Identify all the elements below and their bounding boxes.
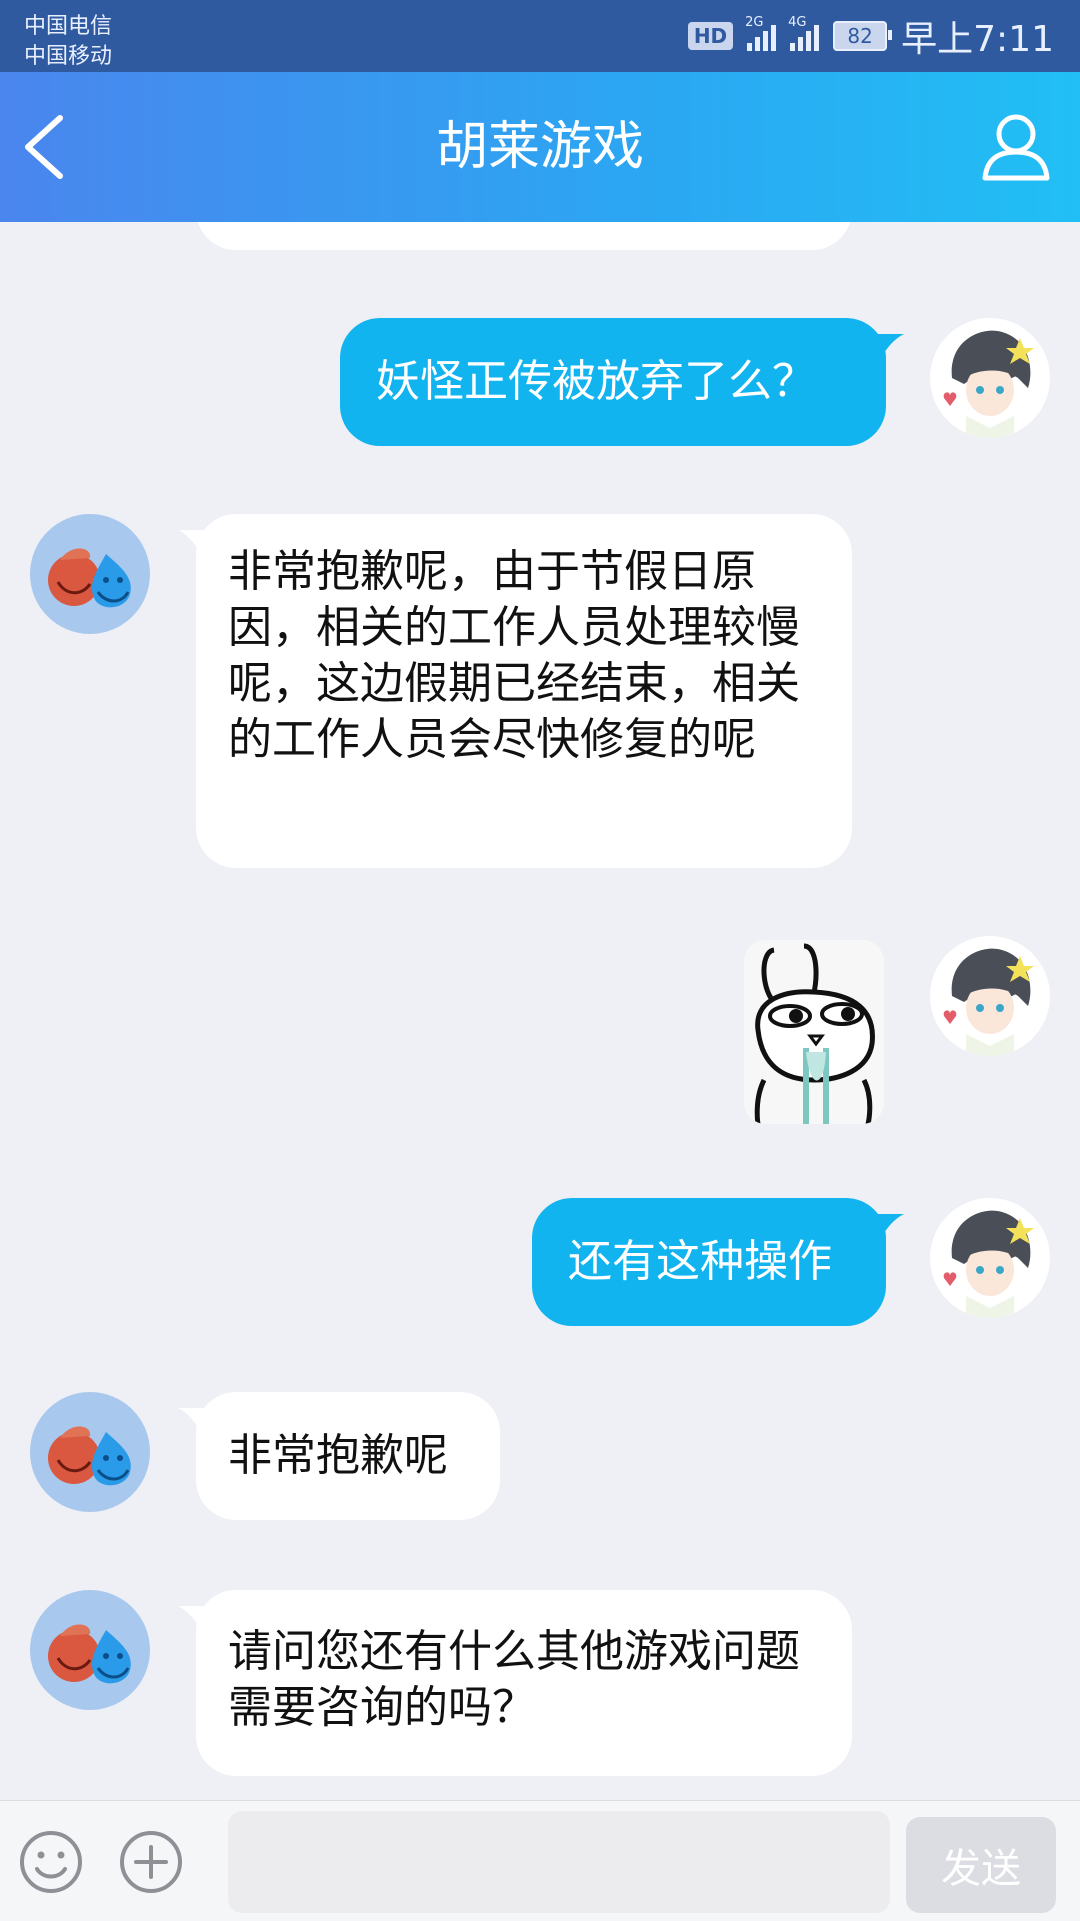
- status-bar: 中国电信 中国移动 HD 2G 4G 82 早上7:11: [0, 0, 1080, 72]
- message-text: 还有这种操作: [568, 1236, 832, 1287]
- contact-avatar[interactable]: [30, 1392, 150, 1512]
- incoming-message-bubble[interactable]: 非常抱歉呢，由于节假日原因，相关的工作人员处理较慢呢，这边假期已经结束，相关的工…: [196, 514, 852, 868]
- user-avatar-image: [930, 936, 1050, 1056]
- user-avatar[interactable]: [930, 936, 1050, 1056]
- battery-level: 82: [847, 24, 873, 48]
- chat-title: 胡莱游戏: [435, 117, 644, 177]
- bubble-tail: [874, 334, 904, 362]
- carrier-label-1: 中国电信: [24, 14, 113, 39]
- message-text: 非常抱歉呢，由于节假日原因，相关的工作人员处理较慢呢，这边假期已经结束，相关的工…: [228, 546, 800, 765]
- signal-icon: 4G: [788, 15, 820, 51]
- person-icon: [982, 114, 1050, 181]
- contact-avatar[interactable]: [30, 514, 150, 634]
- message-bubble-partial: [196, 222, 852, 250]
- battery-icon: 82: [833, 21, 893, 51]
- send-label: 发送: [941, 1846, 1021, 1892]
- message-list[interactable]: 妖怪正传被放弃了么？ 非常抱歉呢，由于节假日原因，相关的工作人员处理较慢呢，这边…: [0, 222, 1080, 1800]
- contact-avatar-image: [30, 514, 150, 634]
- contact-avatar-image: [30, 1590, 150, 1710]
- status-indicators: HD 2G 4G 82 早上7:11: [687, 14, 1054, 60]
- carrier-label-2: 中国移动: [24, 44, 113, 69]
- user-avatar[interactable]: [930, 318, 1050, 438]
- outgoing-message-bubble[interactable]: 还有这种操作: [532, 1198, 886, 1326]
- message-text: 请问您还有什么其他游戏问题需要咨询的吗？: [228, 1626, 800, 1733]
- emoji-button[interactable]: [18, 1829, 84, 1895]
- message-text: 妖怪正传被放弃了么？: [376, 356, 816, 407]
- incoming-message-bubble[interactable]: 非常抱歉呢: [196, 1392, 500, 1520]
- outgoing-message-bubble[interactable]: 妖怪正传被放弃了么？: [340, 318, 886, 446]
- message-input[interactable]: [228, 1811, 890, 1913]
- send-button[interactable]: 发送: [906, 1817, 1056, 1913]
- bubble-tail: [874, 1214, 904, 1242]
- chat-header: 胡莱游戏: [0, 72, 1080, 222]
- more-options-button[interactable]: [118, 1829, 184, 1895]
- signal-icon: 2G: [745, 15, 777, 51]
- user-avatar-image: [930, 1198, 1050, 1318]
- clock: 早上7:11: [901, 19, 1054, 60]
- incoming-message-bubble[interactable]: 请问您还有什么其他游戏问题需要咨询的吗？: [196, 1590, 852, 1776]
- hd-badge: HD: [687, 22, 734, 50]
- smiley-icon: [20, 1831, 82, 1893]
- user-avatar-image: [930, 318, 1050, 438]
- signal-type-label: 4G: [788, 15, 807, 30]
- plus-circle-icon: [120, 1831, 182, 1893]
- profile-button[interactable]: [980, 110, 1052, 182]
- rabbit-sticker-image: [744, 940, 884, 1124]
- input-bar: 发送: [0, 1800, 1080, 1921]
- message-text: 非常抱歉呢: [228, 1430, 448, 1481]
- contact-avatar[interactable]: [30, 1590, 150, 1710]
- sticker-message[interactable]: [744, 940, 884, 1124]
- signal-type-label: 2G: [745, 15, 764, 30]
- contact-avatar-image: [30, 1392, 150, 1512]
- user-avatar[interactable]: [930, 1198, 1050, 1318]
